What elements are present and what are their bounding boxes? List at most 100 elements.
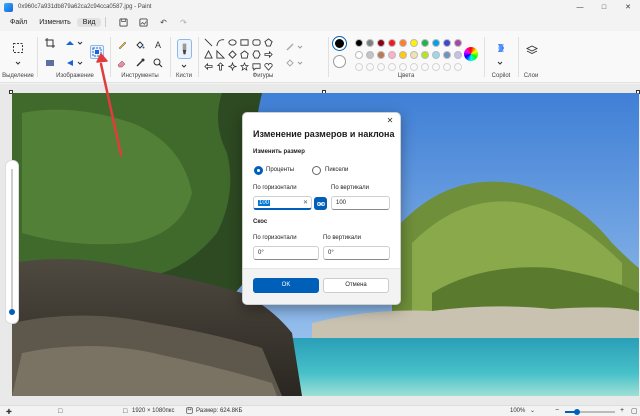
color-swatch[interactable]	[443, 39, 451, 47]
line-shape-icon[interactable]	[204, 38, 214, 48]
color-swatch[interactable]	[366, 51, 374, 59]
ok-button[interactable]: OK	[253, 278, 319, 293]
color-swatch[interactable]	[454, 51, 462, 59]
callout-shape-icon[interactable]	[252, 62, 262, 72]
fit-to-window-icon[interactable]: ▢	[631, 407, 638, 415]
color-swatch[interactable]	[399, 39, 407, 47]
diamond-shape-icon[interactable]	[228, 50, 238, 60]
custom-color-slot[interactable]	[366, 63, 374, 71]
eraser-icon[interactable]	[116, 57, 128, 69]
cancel-button[interactable]: Отмена	[323, 278, 389, 293]
crop-icon[interactable]	[44, 37, 56, 49]
pencil-icon[interactable]	[116, 39, 128, 51]
color-2[interactable]	[333, 55, 346, 68]
custom-color-slot[interactable]	[355, 63, 363, 71]
zoom-level[interactable]: 100%	[510, 408, 525, 414]
arrow-up-shape-icon[interactable]	[216, 62, 226, 72]
custom-color-slot[interactable]	[443, 63, 451, 71]
brush-icon[interactable]	[177, 39, 192, 59]
color-swatch[interactable]	[388, 51, 396, 59]
custom-color-slot[interactable]	[377, 63, 385, 71]
maximize-button[interactable]: □	[592, 0, 616, 14]
menu-edit[interactable]: Изменить	[33, 18, 77, 27]
zoom-thumb[interactable]	[574, 409, 580, 415]
selection-icon[interactable]	[11, 41, 25, 55]
color-swatch[interactable]	[377, 39, 385, 47]
curve-shape-icon[interactable]	[216, 38, 226, 48]
chevron-down-icon[interactable]	[178, 60, 190, 72]
color-swatch[interactable]	[377, 51, 385, 59]
zoom-slider[interactable]	[5, 160, 19, 324]
rectangle-shape-icon[interactable]	[240, 38, 250, 48]
color-swatch[interactable]	[355, 51, 363, 59]
color-swatch[interactable]	[366, 39, 374, 47]
copilot-icon[interactable]	[494, 41, 508, 55]
color-swatch[interactable]	[432, 39, 440, 47]
color-swatch[interactable]	[410, 51, 418, 59]
undo-icon[interactable]: ↶	[156, 16, 170, 28]
color-swatch[interactable]	[421, 51, 429, 59]
right-triangle-shape-icon[interactable]	[216, 49, 226, 60]
hexagon-shape-icon[interactable]	[252, 50, 262, 60]
polygon-shape-icon[interactable]	[264, 38, 274, 48]
color-swatch[interactable]	[388, 39, 396, 47]
pixels-radio[interactable]	[312, 166, 321, 175]
color-swatch[interactable]	[454, 39, 462, 47]
chevron-down-icon[interactable]	[74, 37, 86, 49]
close-window-button[interactable]: ✕	[616, 0, 640, 14]
skew-vertical-input[interactable]: 0°	[323, 246, 390, 260]
chevron-down-icon[interactable]	[294, 41, 306, 53]
color-swatch[interactable]	[432, 51, 440, 59]
gallery-icon[interactable]	[136, 16, 150, 28]
menu-file[interactable]: Файл	[4, 18, 33, 27]
resize-horizontal-input[interactable]: 100 ✕	[253, 196, 312, 210]
clear-icon[interactable]: ✕	[303, 197, 308, 209]
star-four-shape-icon[interactable]	[227, 61, 238, 72]
slider-thumb[interactable]	[9, 309, 15, 315]
chevron-down-icon[interactable]	[494, 57, 506, 69]
rotate-icon[interactable]	[44, 57, 56, 69]
rounded-rectangle-shape-icon[interactable]	[252, 38, 262, 48]
color-swatch[interactable]	[355, 39, 363, 47]
edit-colors-icon[interactable]	[464, 47, 478, 61]
save-icon[interactable]	[116, 16, 130, 28]
custom-color-slot[interactable]	[432, 63, 440, 71]
redo-icon[interactable]: ↷	[176, 16, 190, 28]
zoom-out-icon[interactable]: −	[555, 407, 559, 414]
custom-color-slot[interactable]	[421, 63, 429, 71]
fill-icon[interactable]	[134, 39, 146, 51]
magnifier-icon[interactable]	[152, 57, 164, 69]
maintain-aspect-ratio-toggle[interactable]	[314, 197, 327, 210]
custom-color-slot[interactable]	[410, 63, 418, 71]
arrow-right-shape-icon[interactable]	[264, 50, 274, 60]
custom-color-slot[interactable]	[388, 63, 396, 71]
triangle-shape-icon[interactable]	[204, 49, 214, 60]
heart-shape-icon[interactable]	[264, 62, 274, 72]
custom-color-slot[interactable]	[454, 63, 462, 71]
menu-view[interactable]: Вид	[76, 17, 102, 27]
arrow-left-shape-icon[interactable]	[204, 62, 214, 72]
oval-shape-icon[interactable]	[228, 38, 238, 48]
close-icon[interactable]: ✕	[385, 116, 395, 126]
text-icon[interactable]: A	[152, 39, 164, 51]
chevron-down-icon[interactable]	[12, 57, 24, 69]
layers-icon[interactable]	[525, 43, 539, 57]
color-picker-icon[interactable]	[134, 57, 146, 69]
color-swatch[interactable]	[399, 51, 407, 59]
pentagon-shape-icon[interactable]	[240, 50, 250, 60]
resize-icon[interactable]	[90, 45, 104, 59]
star-five-shape-icon[interactable]	[239, 61, 250, 72]
skew-horizontal-input[interactable]: 0°	[253, 246, 319, 260]
custom-color-slot[interactable]	[399, 63, 407, 71]
chevron-down-icon[interactable]	[294, 57, 306, 69]
color-swatch[interactable]	[421, 39, 429, 47]
chevron-down-icon[interactable]	[74, 57, 86, 69]
resize-vertical-input[interactable]: 100	[331, 196, 390, 210]
zoom-track[interactable]	[565, 409, 615, 415]
percent-radio[interactable]	[254, 166, 263, 175]
color-swatch[interactable]	[443, 51, 451, 59]
chevron-down-icon[interactable]: ⌄	[530, 407, 535, 414]
zoom-in-icon[interactable]: +	[620, 407, 624, 414]
minimize-button[interactable]: —	[568, 0, 592, 14]
color-1-selected[interactable]	[333, 37, 346, 50]
